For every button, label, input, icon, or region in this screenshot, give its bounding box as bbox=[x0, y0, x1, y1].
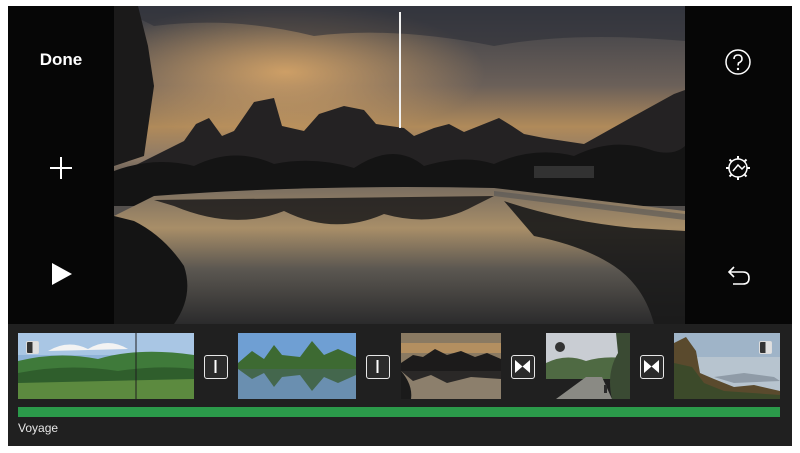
playhead[interactable] bbox=[399, 12, 401, 128]
timeline-clip-1[interactable] bbox=[18, 333, 194, 399]
timeline-clip-2[interactable] bbox=[238, 333, 356, 399]
clip-thumbnail bbox=[546, 333, 630, 399]
cut-icon bbox=[376, 360, 379, 373]
plus-icon[interactable] bbox=[45, 152, 77, 184]
timeline-clip-5[interactable] bbox=[674, 333, 780, 399]
undo-icon[interactable] bbox=[725, 261, 753, 289]
bowtie-icon bbox=[644, 360, 659, 373]
clip-thumbnail bbox=[18, 333, 194, 399]
cut-icon bbox=[214, 360, 217, 373]
audio-track[interactable] bbox=[18, 407, 780, 417]
right-toolbar bbox=[685, 6, 792, 324]
done-button[interactable]: Done bbox=[8, 50, 114, 70]
bowtie-icon bbox=[515, 360, 530, 373]
transition-1[interactable] bbox=[204, 355, 228, 379]
timeline-clip-4[interactable] bbox=[546, 333, 630, 399]
clip-end-badge bbox=[759, 341, 772, 354]
timeline-clip-3[interactable] bbox=[401, 333, 501, 399]
clip-start-badge bbox=[26, 341, 39, 354]
clip-thumbnail bbox=[401, 333, 501, 399]
help-icon[interactable] bbox=[724, 48, 752, 76]
audio-track-label: Voyage bbox=[18, 421, 59, 435]
transition-2[interactable] bbox=[366, 355, 390, 379]
imovie-editor: Done Voyage bbox=[8, 6, 792, 446]
play-icon[interactable] bbox=[46, 259, 76, 289]
clip-thumbnail bbox=[238, 333, 356, 399]
left-toolbar: Done bbox=[8, 6, 114, 324]
transition-4[interactable] bbox=[640, 355, 664, 379]
timeline[interactable]: Voyage bbox=[8, 324, 792, 446]
transition-3[interactable] bbox=[511, 355, 535, 379]
settings-icon[interactable] bbox=[724, 154, 752, 182]
